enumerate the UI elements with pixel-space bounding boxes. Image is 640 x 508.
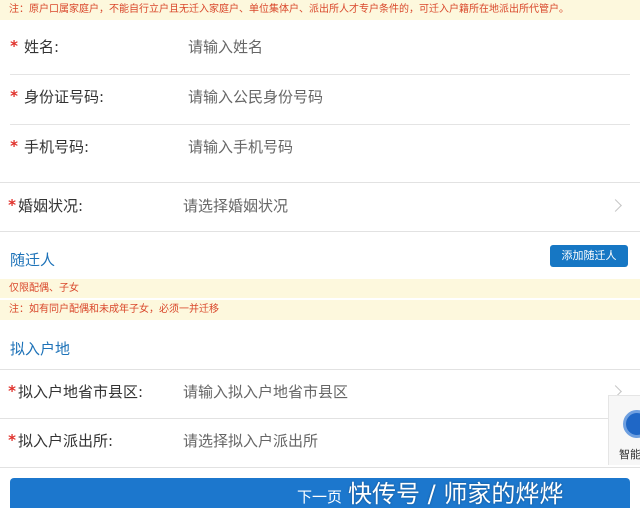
destination-section-title: 拟入户地 — [10, 340, 71, 358]
destination-region-input[interactable]: 请输入拟入户地省市县区 — [183, 381, 348, 402]
destination-region-label: 拟入户地省市县区: — [18, 382, 144, 401]
chevron-right-icon — [609, 198, 622, 212]
marital-status-select[interactable]: 请选择婚姻状况 — [183, 195, 288, 216]
id-number-row: * 身份证号码: 请输入公民身份号码 — [0, 71, 640, 121]
required-mark: * — [10, 37, 18, 55]
required-mark: * — [8, 431, 16, 449]
section-divider — [0, 467, 640, 468]
section-divider — [0, 231, 640, 232]
destination-station-row[interactable]: * 拟入户派出所: 请选择拟入户派出所 — [0, 415, 640, 465]
marital-status-label: 婚姻状况: — [18, 196, 84, 215]
id-number-label: 身份证号码: — [24, 87, 105, 106]
id-number-input[interactable]: 请输入公民身份号码 — [188, 86, 323, 107]
required-mark: * — [10, 137, 18, 155]
accompany-warning: 注：如有同户配偶和未成年子女，必须一并迁移 — [0, 300, 640, 320]
destination-station-select[interactable]: 请选择拟入户派出所 — [183, 430, 318, 451]
notice-banner: 注：原户口属家庭户，不能自行立户且无迁入家庭户、单位集体户、派出所人才专户条件的… — [0, 0, 640, 20]
smart-assistant-widget[interactable]: 智能 — [608, 395, 640, 465]
assistant-icon — [623, 410, 640, 438]
name-row: * 姓名: 请输入姓名 — [0, 21, 640, 71]
phone-input[interactable]: 请输入手机号码 — [188, 136, 293, 157]
watermark: 快传号 / 师家的烨烨 — [348, 480, 564, 508]
add-accompany-button[interactable]: 添加随迁人 — [550, 245, 628, 267]
destination-region-row[interactable]: * 拟入户地省市县区: 请输入拟入户地省市县区 — [0, 366, 640, 416]
accompany-note: 仅限配偶、子女 — [0, 279, 640, 298]
accompany-section-title: 随迁人 — [10, 251, 56, 269]
marital-status-row[interactable]: * 婚姻状况: 请选择婚姻状况 — [0, 180, 640, 230]
phone-row: * 手机号码: 请输入手机号码 — [0, 121, 640, 171]
required-mark: * — [10, 87, 18, 105]
required-mark: * — [8, 382, 16, 400]
phone-label: 手机号码: — [24, 137, 90, 156]
name-input[interactable]: 请输入姓名 — [188, 36, 263, 57]
next-page-label: 下一页 — [297, 489, 343, 506]
assistant-label: 智能 — [619, 448, 640, 461]
required-mark: * — [8, 196, 16, 214]
destination-station-label: 拟入户派出所: — [18, 431, 114, 450]
name-label: 姓名: — [24, 37, 60, 56]
